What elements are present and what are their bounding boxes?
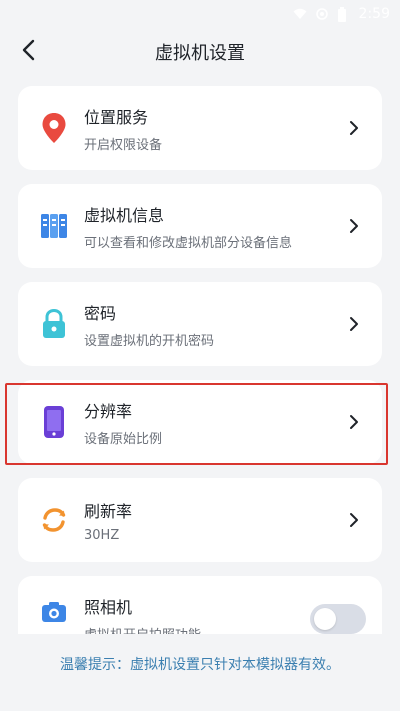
setting-subtitle: 设备原始比例 <box>84 431 163 447</box>
back-button[interactable] <box>10 34 46 70</box>
chevron-right-icon <box>344 412 364 432</box>
chevron-right-icon <box>344 314 364 334</box>
settings-list: 位置服务 开启权限设备 虚拟机信息 可以查看和修改虚拟机部分设备信息 密码 设置… <box>18 84 382 634</box>
app-bar: 虚拟机设置 <box>0 28 400 76</box>
wifi-icon <box>293 7 307 21</box>
refresh-icon <box>36 502 72 538</box>
setting-title: 位置服务 <box>84 107 149 127</box>
camera-toggle[interactable] <box>310 604 366 634</box>
setting-title: 虚拟机信息 <box>84 205 165 225</box>
setting-refresh-rate[interactable]: 刷新率 30HZ <box>18 478 382 562</box>
setting-password[interactable]: 密码 设置虚拟机的开机密码 <box>18 282 382 366</box>
status-bar: 2:59 <box>0 0 400 28</box>
location-pin-icon <box>36 110 72 146</box>
chevron-right-icon <box>344 216 364 236</box>
chevron-left-icon <box>21 39 35 65</box>
footer-tip: 温馨提示：虚拟机设置只针对本模拟器有效。 <box>60 657 340 673</box>
status-time: 2:59 <box>358 6 390 22</box>
setting-title: 刷新率 <box>84 501 133 521</box>
setting-subtitle: 设置虚拟机的开机密码 <box>84 333 215 349</box>
setting-camera[interactable]: 照相机 虚拟机开启拍照功能 <box>18 576 382 634</box>
camera-icon <box>36 594 72 630</box>
setting-vm-info[interactable]: 虚拟机信息 可以查看和修改虚拟机部分设备信息 <box>18 184 382 268</box>
chevron-right-icon <box>344 118 364 138</box>
setting-location-service[interactable]: 位置服务 开启权限设备 <box>18 86 382 170</box>
notification-icon <box>315 7 329 21</box>
setting-subtitle: 开启权限设备 <box>84 137 163 153</box>
setting-subtitle: 30HZ <box>84 527 120 543</box>
setting-subtitle: 可以查看和修改虚拟机部分设备信息 <box>84 235 293 251</box>
page-title: 虚拟机设置 <box>155 43 245 64</box>
lock-icon <box>36 306 72 342</box>
phone-icon <box>36 404 72 440</box>
setting-title: 分辨率 <box>84 401 133 421</box>
server-info-icon <box>36 208 72 244</box>
setting-title: 密码 <box>84 303 117 323</box>
setting-resolution[interactable]: 分辨率 设备原始比例 <box>18 380 382 464</box>
battery-icon <box>337 7 351 22</box>
chevron-right-icon <box>344 510 364 530</box>
toggle-knob <box>314 608 336 630</box>
